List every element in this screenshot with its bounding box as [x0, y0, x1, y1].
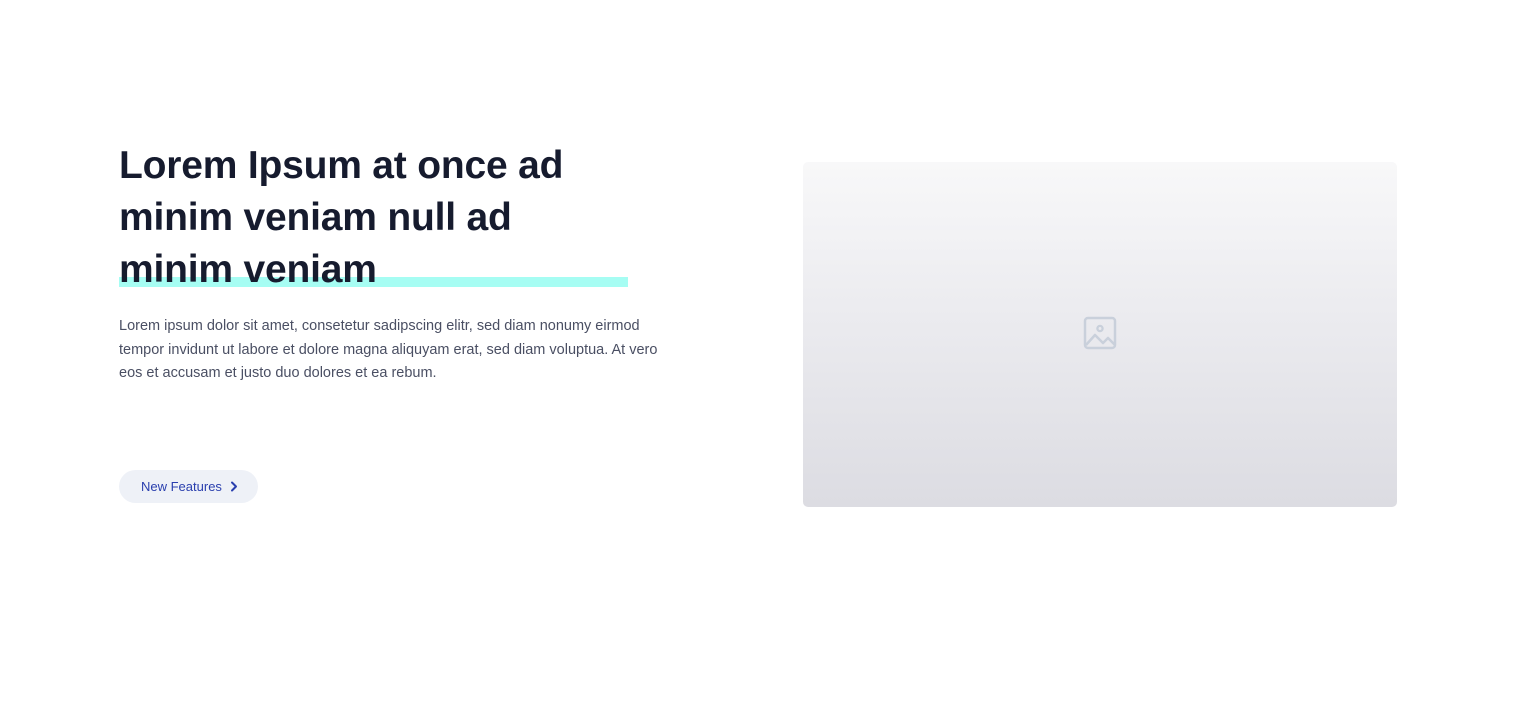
hero-description: Lorem ipsum dolor sit amet, consetetur s…: [119, 318, 658, 381]
new-features-button-label: New Features: [141, 479, 222, 494]
headline-line-1: Lorem Ipsum at once ad: [119, 144, 564, 187]
headline-line-3: minim veniam: [119, 248, 377, 291]
chevron-right-icon: [230, 481, 238, 492]
new-features-button[interactable]: New Features: [119, 470, 258, 503]
image-icon: [1083, 316, 1117, 350]
hero-text-column: Lorem Ipsum at once ad minim veniam null…: [119, 140, 689, 503]
hero-image-placeholder: [803, 162, 1397, 507]
hero-headline: Lorem Ipsum at once ad minim veniam null…: [119, 140, 689, 296]
hero-section: Lorem Ipsum at once ad minim veniam null…: [0, 0, 1519, 726]
headline-line-2: minim veniam null ad: [119, 196, 512, 239]
